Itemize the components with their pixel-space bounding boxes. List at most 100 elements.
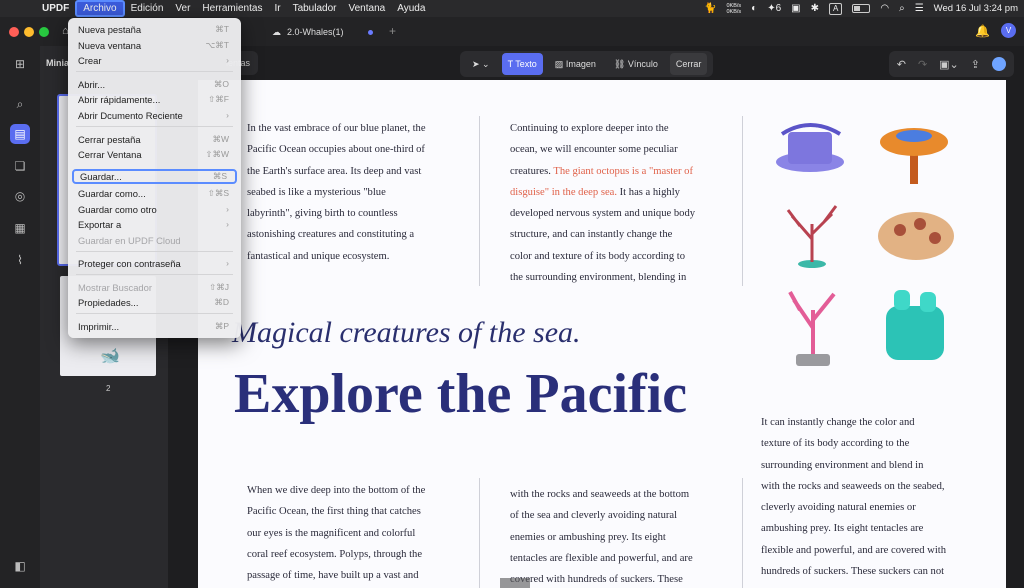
cloud-icon: ☁ bbox=[272, 26, 281, 37]
menu-item-print[interactable]: Imprimir... ⌘P bbox=[72, 319, 237, 334]
add-tab-icon[interactable]: + bbox=[389, 24, 396, 38]
coral-teal-icon bbox=[886, 290, 944, 360]
right-tools: ↶ ↷ ▣⌄ ⇪ bbox=[888, 51, 1014, 77]
column-divider bbox=[479, 478, 480, 588]
grid-icon[interactable]: ⊞ bbox=[10, 54, 30, 74]
menu-item-open-recent[interactable]: Abrir Dcumento Reciente › bbox=[72, 108, 237, 123]
menu-item-export[interactable]: Exportar a › bbox=[72, 217, 237, 232]
text-line: our eyes is the magnificent and colorful bbox=[247, 527, 416, 539]
menu-ventana[interactable]: Ventana bbox=[342, 0, 391, 17]
page-headline[interactable]: Explore the Pacific bbox=[234, 362, 687, 426]
text-line: disguise" in the deep sea. It has a high… bbox=[510, 182, 730, 203]
close-edit-button[interactable]: Cerrar bbox=[669, 53, 708, 75]
menu-separator bbox=[76, 71, 233, 72]
text-block-col1-top[interactable]: In the vast embrace of our blue planet, … bbox=[247, 118, 467, 267]
column-divider bbox=[479, 116, 480, 286]
tab-document[interactable]: ☁ 2.0-Whales(1) bbox=[240, 21, 380, 43]
menu-archivo[interactable]: Archivo bbox=[75, 0, 125, 17]
text-line: labyrinth", giving birth to countless bbox=[247, 208, 398, 220]
menu-ver[interactable]: Ver bbox=[169, 0, 196, 17]
column-divider bbox=[742, 116, 743, 286]
coral-illustrations[interactable] bbox=[770, 114, 970, 374]
clock[interactable]: Wed 16 Jul 3:24 pm bbox=[934, 3, 1018, 14]
cat-icon[interactable]: 🐈 bbox=[704, 3, 716, 14]
menu-item-properties[interactable]: Propiedades... ⌘D bbox=[72, 295, 237, 310]
menu-item-new-window[interactable]: Nueva ventana ⌥⌘T bbox=[72, 38, 237, 53]
text-line: When we dive deep into the bottom of the bbox=[247, 485, 426, 496]
search-icon[interactable]: ⌕ bbox=[899, 3, 905, 14]
control-center-icon[interactable]: ☰ bbox=[915, 3, 924, 14]
menu-separator bbox=[76, 313, 233, 314]
pages-icon[interactable]: ▦ bbox=[10, 218, 30, 238]
bell-icon[interactable]: 🔔 bbox=[975, 24, 990, 38]
netspeed-readout: 0KB/s 0KB/s bbox=[726, 2, 742, 15]
menu-item-save-as[interactable]: Guardar como... ⇧⌘S bbox=[72, 186, 237, 201]
share-icon[interactable]: ⇪ bbox=[971, 58, 980, 71]
coral-pink-icon bbox=[788, 291, 836, 366]
text-line: ocean, we will encounter some peculiar bbox=[510, 144, 678, 156]
badge-count[interactable]: ✦6 bbox=[767, 3, 781, 14]
thumbnails-icon[interactable]: ▤ bbox=[10, 124, 30, 144]
text-block-col1-bottom[interactable]: When we dive deep into the bottom of the… bbox=[247, 480, 467, 586]
select-tool-icon[interactable]: ➤ ⌄ bbox=[466, 53, 496, 75]
menu-item-save[interactable]: Guardar... ⌘S bbox=[72, 169, 237, 184]
menu-separator bbox=[76, 126, 233, 127]
menu-ayuda[interactable]: Ayuda bbox=[391, 0, 431, 17]
text-line: hundreds of suckers. These suckers can n… bbox=[761, 566, 945, 578]
menu-ir[interactable]: Ir bbox=[268, 0, 286, 17]
coral-red-icon bbox=[786, 205, 838, 268]
menu-item-open[interactable]: Abrir... ⌘O bbox=[72, 77, 237, 92]
menu-item-protect-password[interactable]: Proteger con contraseña › bbox=[72, 256, 237, 271]
search-icon[interactable]: ⌕ bbox=[10, 94, 30, 114]
menu-item-save-as-other[interactable]: Guardar como otro › bbox=[72, 202, 237, 217]
text-line: with the rocks and seaweeds on the seabe… bbox=[761, 480, 945, 492]
ai-assistant-icon[interactable] bbox=[992, 57, 1006, 71]
input-source-icon[interactable]: A bbox=[829, 2, 843, 15]
window-zoom-button[interactable] bbox=[39, 27, 49, 37]
text-block-col3-bottom[interactable]: It can instantly change the color and te… bbox=[761, 412, 981, 582]
text-tool-button[interactable]: T Texto bbox=[501, 53, 543, 75]
text-line: It can instantly change the color and bbox=[761, 417, 915, 428]
menu-item-show-finder: Mostrar Buscador ⇧⌘J bbox=[78, 282, 229, 293]
link-icon: ⛓ bbox=[613, 59, 626, 69]
menu-item-new-tab[interactable]: Nueva pestaña ⌘T bbox=[72, 22, 237, 37]
scroll-indicator[interactable] bbox=[500, 578, 530, 588]
menu-item-create[interactable]: Crear › bbox=[72, 53, 237, 68]
app-shortcut-icon[interactable]: ▣ bbox=[791, 3, 800, 14]
text-block-col2-top[interactable]: Continuing to explore deeper into the oc… bbox=[510, 118, 730, 288]
redo-icon[interactable]: ↷ bbox=[918, 58, 927, 71]
document-page[interactable]: In the vast embrace of our blue planet, … bbox=[198, 80, 1006, 588]
comment-icon[interactable]: ◎ bbox=[10, 186, 30, 206]
text-block-col2-bottom[interactable]: with the rocks and seaweeds at the botto… bbox=[510, 484, 730, 588]
wifi-icon[interactable]: ◠ bbox=[880, 3, 889, 14]
window-minimize-button[interactable] bbox=[24, 27, 34, 37]
attachment-icon[interactable]: ⌇ bbox=[10, 250, 30, 270]
avatar[interactable]: V bbox=[1001, 23, 1016, 38]
text-line: Continuing to explore deeper into the bbox=[510, 123, 669, 134]
thumbnails-title: Minia bbox=[46, 58, 70, 68]
menu-tabulador[interactable]: Tabulador bbox=[287, 0, 343, 17]
text-line: tentacles are flexible and powerful, and… bbox=[510, 552, 693, 564]
status-tray: 🐈 0KB/s 0KB/s ◐ ✦6 ▣ ✱ A ◠ ⌕ ☰ Wed 16 Jul… bbox=[704, 0, 1018, 17]
menu-separator bbox=[76, 274, 233, 275]
menu-item-quick-open[interactable]: Abrir rápidamente... ⇧⌘F bbox=[72, 92, 237, 107]
window-close-button[interactable] bbox=[9, 27, 19, 37]
undo-icon[interactable]: ↶ bbox=[897, 58, 906, 71]
moon-icon[interactable]: ◐ bbox=[751, 3, 757, 14]
battery-icon[interactable] bbox=[852, 4, 871, 13]
section-subtitle[interactable]: Magical creatures of the sea. bbox=[232, 316, 581, 350]
text-line: Pacific Ocean, the first thing that catc… bbox=[247, 506, 421, 518]
text-line: In the vast embrace of our blue planet, … bbox=[247, 123, 426, 134]
menu-herramientas[interactable]: Herramientas bbox=[196, 0, 268, 17]
menu-app-name[interactable]: UPDF bbox=[36, 0, 75, 17]
menu-item-close-window[interactable]: Cerrar Ventana ⇧⌘W bbox=[72, 147, 237, 162]
bookmark-icon[interactable]: ❏ bbox=[10, 156, 30, 176]
menu-item-close-tab[interactable]: Cerrar pestaña ⌘W bbox=[72, 132, 237, 147]
link-tool-button[interactable]: ⛓ Vínculo bbox=[608, 53, 664, 75]
bluetooth-icon[interactable]: ✱ bbox=[811, 3, 819, 14]
menu-edicion[interactable]: Edición bbox=[125, 0, 170, 17]
layers-icon[interactable]: ◧ bbox=[10, 556, 30, 576]
save-icon[interactable]: ▣⌄ bbox=[939, 58, 959, 71]
image-tool-button[interactable]: ▨ Imagen bbox=[549, 53, 602, 75]
text-span: It has a highly bbox=[617, 186, 680, 198]
